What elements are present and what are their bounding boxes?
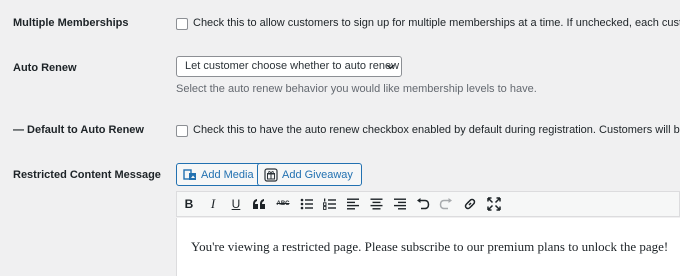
- align-left-button[interactable]: [345, 196, 361, 212]
- align-right-icon: [393, 198, 406, 210]
- chevron-down-icon: [386, 64, 395, 70]
- default-auto-renew-checkbox[interactable]: [176, 125, 188, 137]
- align-center-icon: [370, 198, 382, 210]
- underline-button[interactable]: U: [228, 196, 244, 212]
- blockquote-icon: [253, 199, 265, 209]
- multiple-memberships-checkbox[interactable]: [176, 18, 188, 30]
- link-button[interactable]: [462, 196, 478, 212]
- bold-icon: B: [184, 197, 194, 211]
- redo-icon: [439, 198, 452, 210]
- add-media-icon: [183, 169, 196, 180]
- redo-button[interactable]: [438, 196, 454, 212]
- bullet-list-button[interactable]: [299, 196, 315, 212]
- auto-renew-select[interactable]: Let customer choose whether to auto rene…: [176, 56, 402, 77]
- add-media-button[interactable]: Add Media: [176, 163, 263, 186]
- numbered-list-icon: [323, 198, 336, 210]
- blockquote-button[interactable]: [251, 196, 267, 212]
- bullet-list-icon: [300, 198, 313, 210]
- undo-button[interactable]: [415, 196, 431, 212]
- align-left-icon: [346, 198, 359, 210]
- add-giveaway-label: Add Giveaway: [282, 169, 353, 181]
- undo-icon: [417, 198, 430, 210]
- default-auto-renew-label: — Default to Auto Renew: [13, 124, 144, 136]
- giveaway-icon: [264, 168, 278, 182]
- strikethrough-button[interactable]: ABC: [275, 196, 291, 212]
- default-auto-renew-description: Check this to have the auto renew checkb…: [193, 124, 680, 136]
- multiple-memberships-description: Check this to allow customers to sign up…: [193, 17, 680, 29]
- fullscreen-icon: [487, 197, 501, 211]
- link-icon: [464, 198, 476, 210]
- align-center-button[interactable]: [368, 196, 384, 212]
- auto-renew-select-value: Let customer choose whether to auto rene…: [185, 60, 400, 72]
- italic-button[interactable]: I: [205, 196, 221, 212]
- auto-renew-description: Select the auto renew behavior you would…: [176, 83, 537, 95]
- strikethrough-icon: ABC: [276, 201, 290, 207]
- editor-toolbar: B I U ABC: [176, 191, 680, 217]
- restricted-content-editor[interactable]: You're viewing a restricted page. Please…: [176, 218, 680, 276]
- auto-renew-label: Auto Renew: [13, 62, 77, 74]
- multiple-memberships-label: Multiple Memberships: [13, 17, 129, 29]
- bold-button[interactable]: B: [181, 196, 197, 212]
- add-media-label: Add Media: [201, 169, 254, 181]
- add-giveaway-button[interactable]: Add Giveaway: [257, 163, 362, 186]
- italic-icon: I: [210, 196, 216, 211]
- numbered-list-button[interactable]: [322, 196, 338, 212]
- restricted-content-label: Restricted Content Message: [13, 169, 161, 181]
- underline-icon: U: [231, 197, 241, 211]
- align-right-button[interactable]: [391, 196, 407, 212]
- fullscreen-button[interactable]: [486, 196, 502, 212]
- editor-content: You're viewing a restricted page. Please…: [191, 239, 669, 254]
